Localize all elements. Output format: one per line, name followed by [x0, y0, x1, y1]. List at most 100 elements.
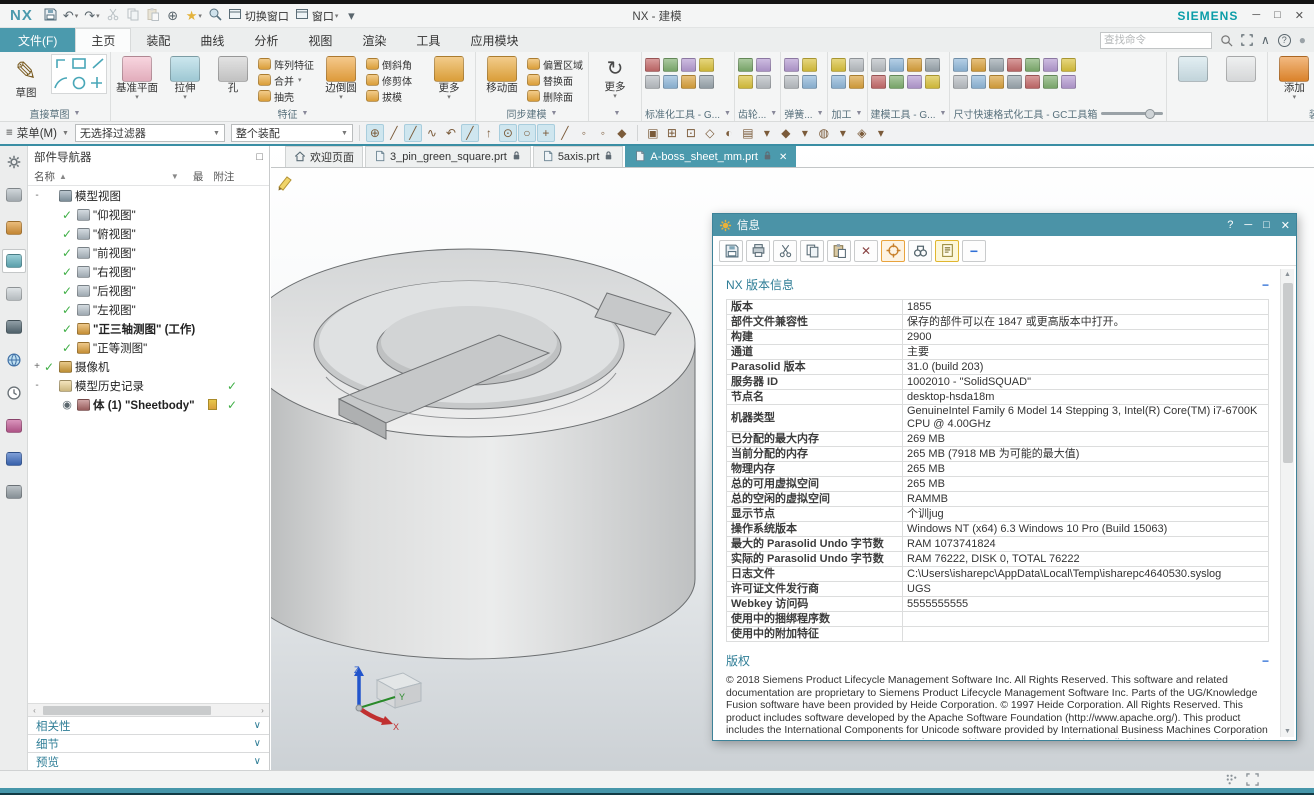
checkmark-icon[interactable]: ✓	[60, 303, 74, 317]
undo-button[interactable]: ↶▾	[61, 7, 80, 25]
tool-icon[interactable]	[784, 75, 799, 89]
copy-button[interactable]	[800, 240, 824, 262]
ribbon-button-small[interactable]: 修剪体	[366, 72, 424, 88]
navigator-section-3[interactable]: 预览∨	[28, 752, 269, 770]
checkmark-icon[interactable]: ✓	[60, 246, 74, 260]
orientation-triad[interactable]: Y Z X	[337, 664, 429, 730]
tool-icon[interactable]	[802, 75, 817, 89]
ribbon-tab-5[interactable]: 视图	[293, 28, 347, 52]
ribbon-button-large[interactable]: 边倒圆▾	[318, 54, 364, 101]
find-button[interactable]	[908, 240, 932, 262]
info-window-titlebar[interactable]: 信息 ?─□✕	[713, 214, 1296, 236]
tree-item-2[interactable]: ✓"仰视图"	[28, 205, 269, 224]
info-minimize-button[interactable]: ─	[1244, 219, 1252, 232]
tree-item-1[interactable]: -模型视图	[28, 186, 269, 205]
user-avatar[interactable]: ●	[1299, 33, 1306, 47]
checkmark-icon[interactable]: ✓	[60, 284, 74, 298]
view-tool-icon-13[interactable]: ▾	[872, 124, 890, 142]
tool-icon[interactable]	[699, 58, 714, 72]
file-menu-button[interactable]: 文件(F)	[0, 28, 75, 52]
ribbon-tab-7[interactable]: 工具	[401, 28, 455, 52]
system-icon[interactable]	[2, 480, 26, 504]
ribbon-button-small[interactable]: 偏置区域	[527, 56, 585, 72]
ribbon-tab-6[interactable]: 渲染	[347, 28, 401, 52]
checkmark-icon[interactable]: ✓	[42, 360, 56, 374]
tool-icon[interactable]	[871, 75, 886, 89]
tool-icon[interactable]	[756, 58, 771, 72]
document-tab-1[interactable]: 欢迎页面	[285, 146, 363, 167]
collapse-copyright-icon[interactable]: −	[1262, 654, 1269, 668]
tool-icon[interactable]	[681, 75, 696, 89]
tool-icon[interactable]	[925, 75, 940, 89]
part-navigator-icon[interactable]	[2, 249, 26, 273]
tool-icon[interactable]	[699, 75, 714, 89]
view-tool-icon-7[interactable]: ▾	[758, 124, 776, 142]
tool-icon[interactable]	[971, 75, 986, 89]
fullscreen-icon[interactable]	[1241, 34, 1253, 46]
tool-icon[interactable]	[738, 75, 753, 89]
ribbon-group-label[interactable]	[1170, 106, 1264, 121]
qa-customize-button[interactable]: ▾	[342, 7, 360, 25]
ribbon-button-large[interactable]	[1218, 54, 1264, 83]
ribbon-tab-2[interactable]: 装配	[131, 28, 185, 52]
snap-point-icon-5[interactable]: ↶	[442, 124, 460, 142]
tool-icon[interactable]	[663, 75, 678, 89]
tool-icon[interactable]	[953, 58, 968, 72]
visibility-eye-icon[interactable]: ◉	[60, 398, 74, 411]
tree-item-3[interactable]: ✓"俯视图"	[28, 224, 269, 243]
ribbon-group-label[interactable]: 加工▼	[831, 106, 864, 121]
export-file-button[interactable]	[719, 240, 743, 262]
reuse-library-icon[interactable]	[2, 282, 26, 306]
tool-icon[interactable]	[849, 75, 864, 89]
tool-icon[interactable]	[1025, 58, 1040, 72]
tree-item-4[interactable]: ✓"前视图"	[28, 243, 269, 262]
tool-icon[interactable]	[645, 58, 660, 72]
tool-icon[interactable]	[1061, 58, 1076, 72]
compare-button[interactable]	[935, 240, 959, 262]
assembly-navigator-icon[interactable]	[2, 183, 26, 207]
checkmark-icon[interactable]: ✓	[60, 341, 74, 355]
ribbon-button-small[interactable]: 替换面	[527, 72, 585, 88]
ribbon-button-large[interactable]: 移动面	[479, 54, 525, 94]
tool-icon[interactable]	[756, 75, 771, 89]
tool-icon[interactable]	[784, 58, 799, 72]
expander-icon[interactable]: -	[32, 190, 42, 201]
snap-point-icon-10[interactable]: +	[537, 124, 555, 142]
cut-button[interactable]	[773, 240, 797, 262]
close-tab-icon[interactable]: ✕	[779, 152, 787, 163]
view-tool-icon-10[interactable]: ◍	[815, 124, 833, 142]
tree-item-9[interactable]: ✓"正等测图"	[28, 338, 269, 357]
ribbon-button-large[interactable]	[1170, 54, 1216, 83]
ribbon-group-label[interactable]: 尺寸快速格式化工具 - GC工具箱	[953, 106, 1163, 121]
checkmark-icon[interactable]: ✓	[60, 208, 74, 222]
command-search-input[interactable]	[1100, 32, 1212, 49]
ribbon-button-large[interactable]: 添加▾	[1271, 54, 1314, 101]
document-tab-4[interactable]: A-boss_sheet_mm.prt✕	[625, 146, 796, 167]
tree-item-10[interactable]: +✓摄像机	[28, 357, 269, 376]
view-tool-icon-11[interactable]: ▾	[834, 124, 852, 142]
checkmark-icon[interactable]: ✓	[60, 227, 74, 241]
tree-item-6[interactable]: ✓"后视图"	[28, 281, 269, 300]
web-browser-icon[interactable]	[2, 348, 26, 372]
history-icon[interactable]	[2, 381, 26, 405]
tool-icon[interactable]	[831, 75, 846, 89]
delete-button[interactable]: ✕	[854, 240, 878, 262]
selection-scope-dropdown[interactable]: 整个装配▼	[231, 124, 353, 142]
tool-icon[interactable]	[971, 58, 986, 72]
tool-icon[interactable]	[989, 58, 1004, 72]
tree-item-12[interactable]: ◉体 (1) "Sheetbody"✓	[28, 395, 269, 414]
tool-icon[interactable]	[738, 58, 753, 72]
tool-icon[interactable]	[1043, 58, 1058, 72]
ribbon-tab-3[interactable]: 曲线	[185, 28, 239, 52]
tree-item-8[interactable]: ✓"正三轴测图" (工作)	[28, 319, 269, 338]
tool-icon[interactable]	[925, 58, 940, 72]
ribbon-group-label[interactable]: ▼	[592, 106, 638, 121]
tool-icon[interactable]	[871, 58, 886, 72]
tree-item-5[interactable]: ✓"右视图"	[28, 262, 269, 281]
ribbon-group-label[interactable]: 特征▼	[114, 106, 472, 121]
checkmark-icon[interactable]: ✓	[60, 322, 74, 336]
snap-point-icon-14[interactable]: ◆	[613, 124, 631, 142]
info-maximize-button[interactable]: □	[1263, 219, 1270, 232]
ribbon-group-label[interactable]: 弹簧...▼	[784, 106, 823, 121]
tool-icon[interactable]	[953, 75, 968, 89]
